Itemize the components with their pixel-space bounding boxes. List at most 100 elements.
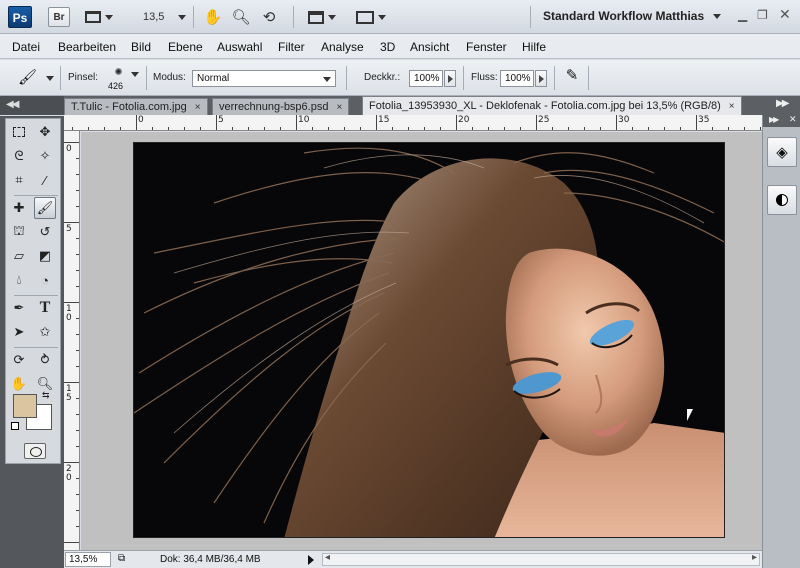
opacity-input[interactable]: 100% (409, 70, 443, 87)
custom-shape-tool[interactable]: ✩ (34, 321, 56, 343)
restore-button[interactable]: ❐ (757, 8, 768, 22)
menu-fenster[interactable]: Fenster (466, 40, 507, 54)
quick-mask-button[interactable] (24, 443, 46, 459)
bridge-button[interactable]: Br (48, 7, 70, 27)
history-brush-icon: ↺ (39, 224, 51, 239)
airbrush-button[interactable]: ✎ (560, 66, 584, 88)
hand-tool[interactable]: ✋ (8, 373, 30, 395)
tab-close-icon[interactable]: × (195, 102, 201, 113)
horizontal-scrollbar[interactable]: ◂ ▸ (322, 552, 760, 566)
foreground-color-swatch[interactable] (13, 394, 37, 418)
ruler-tick-label: 15 (378, 115, 390, 125)
zoom-tool-button[interactable]: 🔍︎ (230, 7, 252, 27)
blend-mode-select[interactable]: Normal (192, 70, 336, 87)
zoom-level-dropdown[interactable]: 13,5 (134, 7, 187, 27)
menu-bearbeiten[interactable]: Bearbeiten (58, 40, 116, 54)
chevron-down-icon (131, 72, 139, 77)
3d-orbit-tool[interactable]: ⥁ (34, 349, 56, 371)
adjustments-panel-button[interactable] (767, 185, 797, 215)
crop-tool[interactable]: ⌗ (8, 169, 30, 191)
lasso-tool[interactable]: ᘓ (8, 145, 30, 167)
ruler-tick (76, 478, 79, 479)
default-colors-icon[interactable] (11, 422, 19, 430)
dodge-tool[interactable]: ◔ (34, 269, 56, 291)
ruler-tick (152, 127, 153, 130)
tab-label: verrechnung-bsp6.psd (219, 101, 329, 113)
status-menu-arrow-icon[interactable] (308, 555, 314, 565)
chevron-down-icon (46, 76, 54, 81)
menu-3d[interactable]: 3D (380, 40, 395, 54)
pen-tool[interactable]: ✒ (8, 297, 30, 319)
export-icon[interactable]: ⧉ (118, 553, 125, 564)
lasso-icon: ᘓ (14, 148, 24, 163)
zoom-percentage-input[interactable]: 13,5% (65, 552, 111, 567)
history-brush-tool[interactable]: ↺ (34, 221, 56, 243)
menu-ansicht[interactable]: Ansicht (410, 40, 449, 54)
view-extras-button[interactable] (82, 7, 116, 27)
ruler-tick-label: 25 (538, 115, 550, 125)
type-icon: T (39, 299, 51, 316)
path-selection-tool[interactable]: ➤ (8, 321, 30, 343)
document-canvas-photo[interactable] (133, 142, 725, 538)
screen-mode-button[interactable] (352, 7, 390, 27)
ruler-tick (312, 127, 313, 130)
menu-hilfe[interactable]: Hilfe (522, 40, 546, 54)
clone-stamp-tool[interactable]: ⛫ (8, 221, 30, 243)
tab-document-2[interactable]: verrechnung-bsp6.psd × (212, 98, 350, 115)
scroll-right-icon[interactable]: ▸ (752, 552, 757, 563)
magic-wand-tool[interactable]: ✧ (34, 145, 56, 167)
close-dock-icon[interactable]: ✕ (789, 114, 797, 125)
divider (14, 295, 58, 296)
hand-icon: ✋ (203, 9, 223, 26)
ruler-tick (328, 127, 329, 130)
3d-rotate-tool[interactable]: ⟳ (8, 349, 30, 371)
scroll-left-icon[interactable]: ◂ (325, 552, 330, 563)
flow-input[interactable]: 100% (500, 70, 534, 87)
tool-preset-picker[interactable]: 🖌︎ (6, 64, 58, 90)
double-chevron-right-icon[interactable]: ▶▶ (769, 115, 779, 124)
menu-filter[interactable]: Filter (278, 40, 305, 54)
divider (463, 66, 464, 90)
ruler-tick (760, 127, 761, 130)
layers-panel-button[interactable]: ◈ (767, 137, 797, 167)
menu-ebene[interactable]: Ebene (168, 40, 203, 54)
opacity-slider-toggle[interactable] (444, 70, 456, 87)
arrange-documents-button[interactable] (303, 7, 341, 27)
menu-datei[interactable]: Datei (12, 40, 40, 54)
menu-analyse[interactable]: Analyse (321, 40, 364, 54)
swap-colors-icon[interactable]: ⇆ (42, 390, 50, 401)
ruler-tick (664, 127, 665, 130)
minimize-button[interactable]: ▁ (738, 8, 747, 22)
dock-header: ▶▶ ✕ (763, 114, 800, 127)
blur-tool[interactable]: 💧︎ (8, 269, 30, 291)
tab-close-icon[interactable]: × (729, 101, 735, 112)
3d-orbit-icon: ⥁ (40, 352, 50, 367)
menu-auswahl[interactable]: Auswahl (217, 40, 262, 54)
ruler-tick (64, 382, 79, 383)
menu-bild[interactable]: Bild (131, 40, 151, 54)
flow-slider-toggle[interactable] (535, 70, 547, 87)
tab-close-icon[interactable]: × (336, 102, 342, 113)
ruler-tick (264, 127, 265, 130)
brush-tip-icon (115, 68, 122, 75)
hand-tool-button[interactable]: ✋ (202, 7, 224, 27)
tab-document-active[interactable]: Fotolia_13953930_XL - Deklofenak - Fotol… (362, 96, 742, 115)
divider (60, 66, 61, 90)
workspace-switcher[interactable]: Standard Workflow Matthias (543, 9, 722, 23)
brush-tool[interactable]: 🖌︎ (34, 197, 56, 219)
tab-document-1[interactable]: T.Tulic - Fotolia.com.jpg × (64, 98, 208, 115)
more-tabs-button[interactable]: ▶▶ (776, 98, 789, 109)
rotate-view-button[interactable]: ⟲ (258, 7, 280, 27)
marquee-tool[interactable] (8, 121, 30, 143)
divider (554, 66, 555, 90)
move-tool[interactable]: ✥ (34, 121, 56, 143)
healing-brush-tool[interactable]: ✚ (8, 197, 30, 219)
close-button[interactable]: ✕ (779, 6, 791, 23)
brush-picker[interactable]: 426 (104, 64, 140, 92)
eraser-tool[interactable]: ▱ (8, 245, 30, 267)
eyedropper-tool[interactable]: ⁄ (34, 169, 56, 191)
collapse-toolbox-button[interactable]: ◀◀ (0, 96, 64, 115)
document-size-info[interactable]: Dok: 36,4 MB/36,4 MB (160, 554, 261, 565)
paint-bucket-tool[interactable]: ◩ (34, 245, 56, 267)
type-tool[interactable]: T (34, 297, 56, 319)
